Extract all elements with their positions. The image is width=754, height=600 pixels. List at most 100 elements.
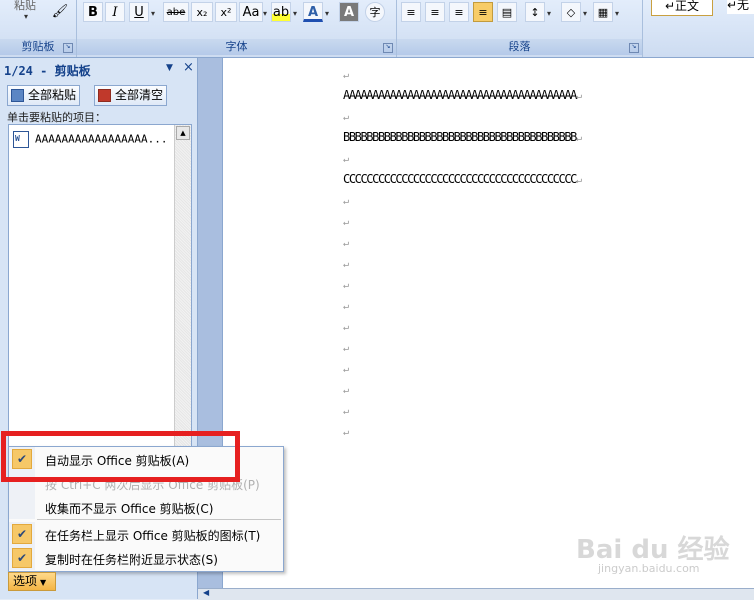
clipboard-launcher-icon[interactable]: ↘: [63, 43, 73, 53]
italic-button[interactable]: I: [105, 2, 125, 22]
style-normal[interactable]: ↵正文: [651, 0, 713, 16]
clear-all-label: 全部清空: [115, 88, 164, 102]
paragraph-mark-icon: ↵: [576, 133, 583, 144]
doc-line: ↵: [343, 340, 349, 354]
options-button[interactable]: 选项 ▼: [8, 572, 56, 591]
doc-line: ↵: [343, 403, 349, 417]
clipboard-item[interactable]: AAAAAAAAAAAAAAAAA...: [13, 131, 167, 148]
doc-line: ↵: [343, 382, 349, 396]
line-spacing-dropdown-icon[interactable]: ▾: [547, 9, 551, 18]
doc-line: ↵: [343, 214, 349, 228]
style-no-spacing[interactable]: ↵无: [727, 0, 754, 14]
word-doc-icon: [13, 131, 29, 148]
enclose-char-button[interactable]: 字: [365, 2, 385, 22]
highlight-color-button[interactable]: ab: [271, 2, 291, 22]
paragraph-mark-icon: ↵: [343, 259, 350, 270]
paragraph-mark-icon: ↵: [343, 301, 350, 312]
paragraph-mark-icon: ↵: [343, 406, 350, 417]
paragraph-mark-icon: ↵: [343, 238, 350, 249]
paragraph-mark-icon: ↵: [576, 175, 583, 186]
paragraph-mark-icon: ↵: [343, 196, 350, 207]
doc-line: BBBBBBBBBBBBBBBBBBBBBBBBBBBBBBBBBBBBBBBB…: [343, 130, 583, 144]
superscript-button[interactable]: x²: [215, 2, 237, 22]
align-left-icon[interactable]: ≡: [401, 2, 421, 22]
shading-icon[interactable]: ◇: [561, 2, 581, 22]
doc-line: ↵: [343, 151, 349, 165]
pane-menu-icon[interactable]: ▼: [166, 63, 173, 73]
horizontal-scrollbar[interactable]: [198, 588, 754, 600]
paste-all-label: 全部粘贴: [28, 88, 77, 102]
font-color-button[interactable]: A: [303, 2, 323, 22]
justify-icon[interactable]: ≡: [473, 2, 493, 22]
menu-item-show-status[interactable]: ✔ 复制时在任务栏附近显示状态(S): [9, 546, 283, 570]
paragraph-mark-icon: ↵: [343, 343, 350, 354]
doc-line: ↵: [343, 193, 349, 207]
paragraph-mark-icon: ↵: [576, 91, 583, 102]
doc-line: AAAAAAAAAAAAAAAAAAAAAAAAAAAAAAAAAAAAAAAA…: [343, 88, 583, 102]
doc-line: ↵: [343, 256, 349, 270]
bold-button[interactable]: B: [83, 2, 103, 22]
distributed-align-icon[interactable]: ▤: [497, 2, 517, 22]
change-case-button[interactable]: Aa: [239, 2, 263, 22]
doc-line: ↵: [343, 424, 349, 438]
styles-group: ↵正文 ↵无: [643, 0, 754, 57]
align-right-icon[interactable]: ≡: [449, 2, 469, 22]
highlight-dropdown-icon[interactable]: ▾: [293, 9, 297, 18]
menu-item-collect-without-showing[interactable]: 收集而不显示 Office 剪贴板(C): [9, 495, 283, 519]
pane-title: 1/24 - 剪贴板: [4, 64, 91, 78]
strikethrough-button[interactable]: abe: [163, 2, 189, 22]
check-icon: ✔: [12, 548, 32, 568]
doc-line: ↵: [343, 319, 349, 333]
underline-button[interactable]: U: [129, 2, 149, 22]
paragraph-mark-icon: ↵: [343, 385, 350, 396]
paragraph-mark-icon: ↵: [343, 280, 350, 291]
line-spacing-icon[interactable]: ↕: [525, 2, 545, 22]
underline-dropdown-icon[interactable]: ▾: [151, 9, 155, 18]
borders-dropdown-icon[interactable]: ▾: [615, 9, 619, 18]
font-group-label: 字体: [77, 39, 396, 55]
close-icon[interactable]: ×: [183, 60, 194, 75]
chevron-down-icon: ▼: [40, 578, 47, 587]
scroll-left-icon[interactable]: ◀: [203, 588, 213, 599]
clear-all-button[interactable]: 全部清空: [94, 85, 168, 106]
clear-all-icon: [98, 89, 111, 102]
menu-divider: [37, 519, 281, 520]
align-center-icon[interactable]: ≡: [425, 2, 445, 22]
clipboard-group: 粘贴 ▾ 🖌 剪贴板 ↘: [0, 0, 77, 57]
paste-all-icon: [11, 89, 24, 102]
doc-line: ↵: [343, 277, 349, 291]
change-case-dropdown-icon[interactable]: ▾: [263, 9, 267, 18]
paste-all-button[interactable]: 全部粘贴: [7, 85, 81, 106]
doc-line: ↵: [343, 235, 349, 249]
doc-line: ↵: [343, 109, 349, 123]
paragraph-mark-icon: ↵: [343, 364, 350, 375]
font-launcher-icon[interactable]: ↘: [383, 43, 393, 53]
shading-dropdown-icon[interactable]: ▾: [583, 9, 587, 18]
borders-icon[interactable]: ▦: [593, 2, 613, 22]
paragraph-mark-icon: ↵: [343, 154, 350, 165]
doc-line: ↵: [343, 67, 349, 81]
document-page[interactable]: ↵ AAAAAAAAAAAAAAAAAAAAAAAAAAAAAAAAAAAAAA…: [222, 58, 754, 588]
doc-line: ↵: [343, 298, 349, 312]
format-painter-icon[interactable]: 🖌: [50, 2, 70, 22]
font-group: B I U ▾ abe x₂ x² Aa ▾ ab ▾ A ▾ A 字 字体 ↘: [77, 0, 397, 57]
paragraph-mark-icon: ↵: [343, 427, 350, 438]
ribbon: 粘贴 ▾ 🖌 剪贴板 ↘ B I U ▾ abe x₂ x² Aa ▾ ab ▾…: [0, 0, 754, 58]
watermark-url: jingyan.baidu.com: [598, 562, 700, 575]
paste-dropdown-icon[interactable]: ▾: [24, 12, 28, 21]
subscript-button[interactable]: x₂: [191, 2, 213, 22]
paragraph-mark-icon: ↵: [343, 217, 350, 228]
doc-line: CCCCCCCCCCCCCCCCCCCCCCCCCCCCCCCCCCCCCCCC…: [343, 172, 583, 186]
paragraph-launcher-icon[interactable]: ↘: [629, 43, 639, 53]
paragraph-mark-icon: ↵: [343, 112, 350, 123]
doc-line: ↵: [343, 361, 349, 375]
paragraph-group: ≡ ≡ ≡ ≡ ▤ ↕ ▾ ◇ ▾ ▦ ▾ 段落 ↘: [397, 0, 643, 57]
paragraph-mark-icon: ↵: [343, 70, 350, 81]
menu-item-taskbar-icon[interactable]: ✔ 在任务栏上显示 Office 剪贴板的图标(T): [9, 522, 283, 546]
font-color-dropdown-icon[interactable]: ▾: [325, 9, 329, 18]
pane-hint: 单击要粘贴的项目：: [7, 111, 106, 124]
char-shading-button[interactable]: A: [339, 2, 359, 22]
check-icon: ✔: [12, 524, 32, 544]
paragraph-mark-icon: ↵: [343, 322, 350, 333]
scroll-up-icon[interactable]: ▲: [176, 126, 190, 140]
